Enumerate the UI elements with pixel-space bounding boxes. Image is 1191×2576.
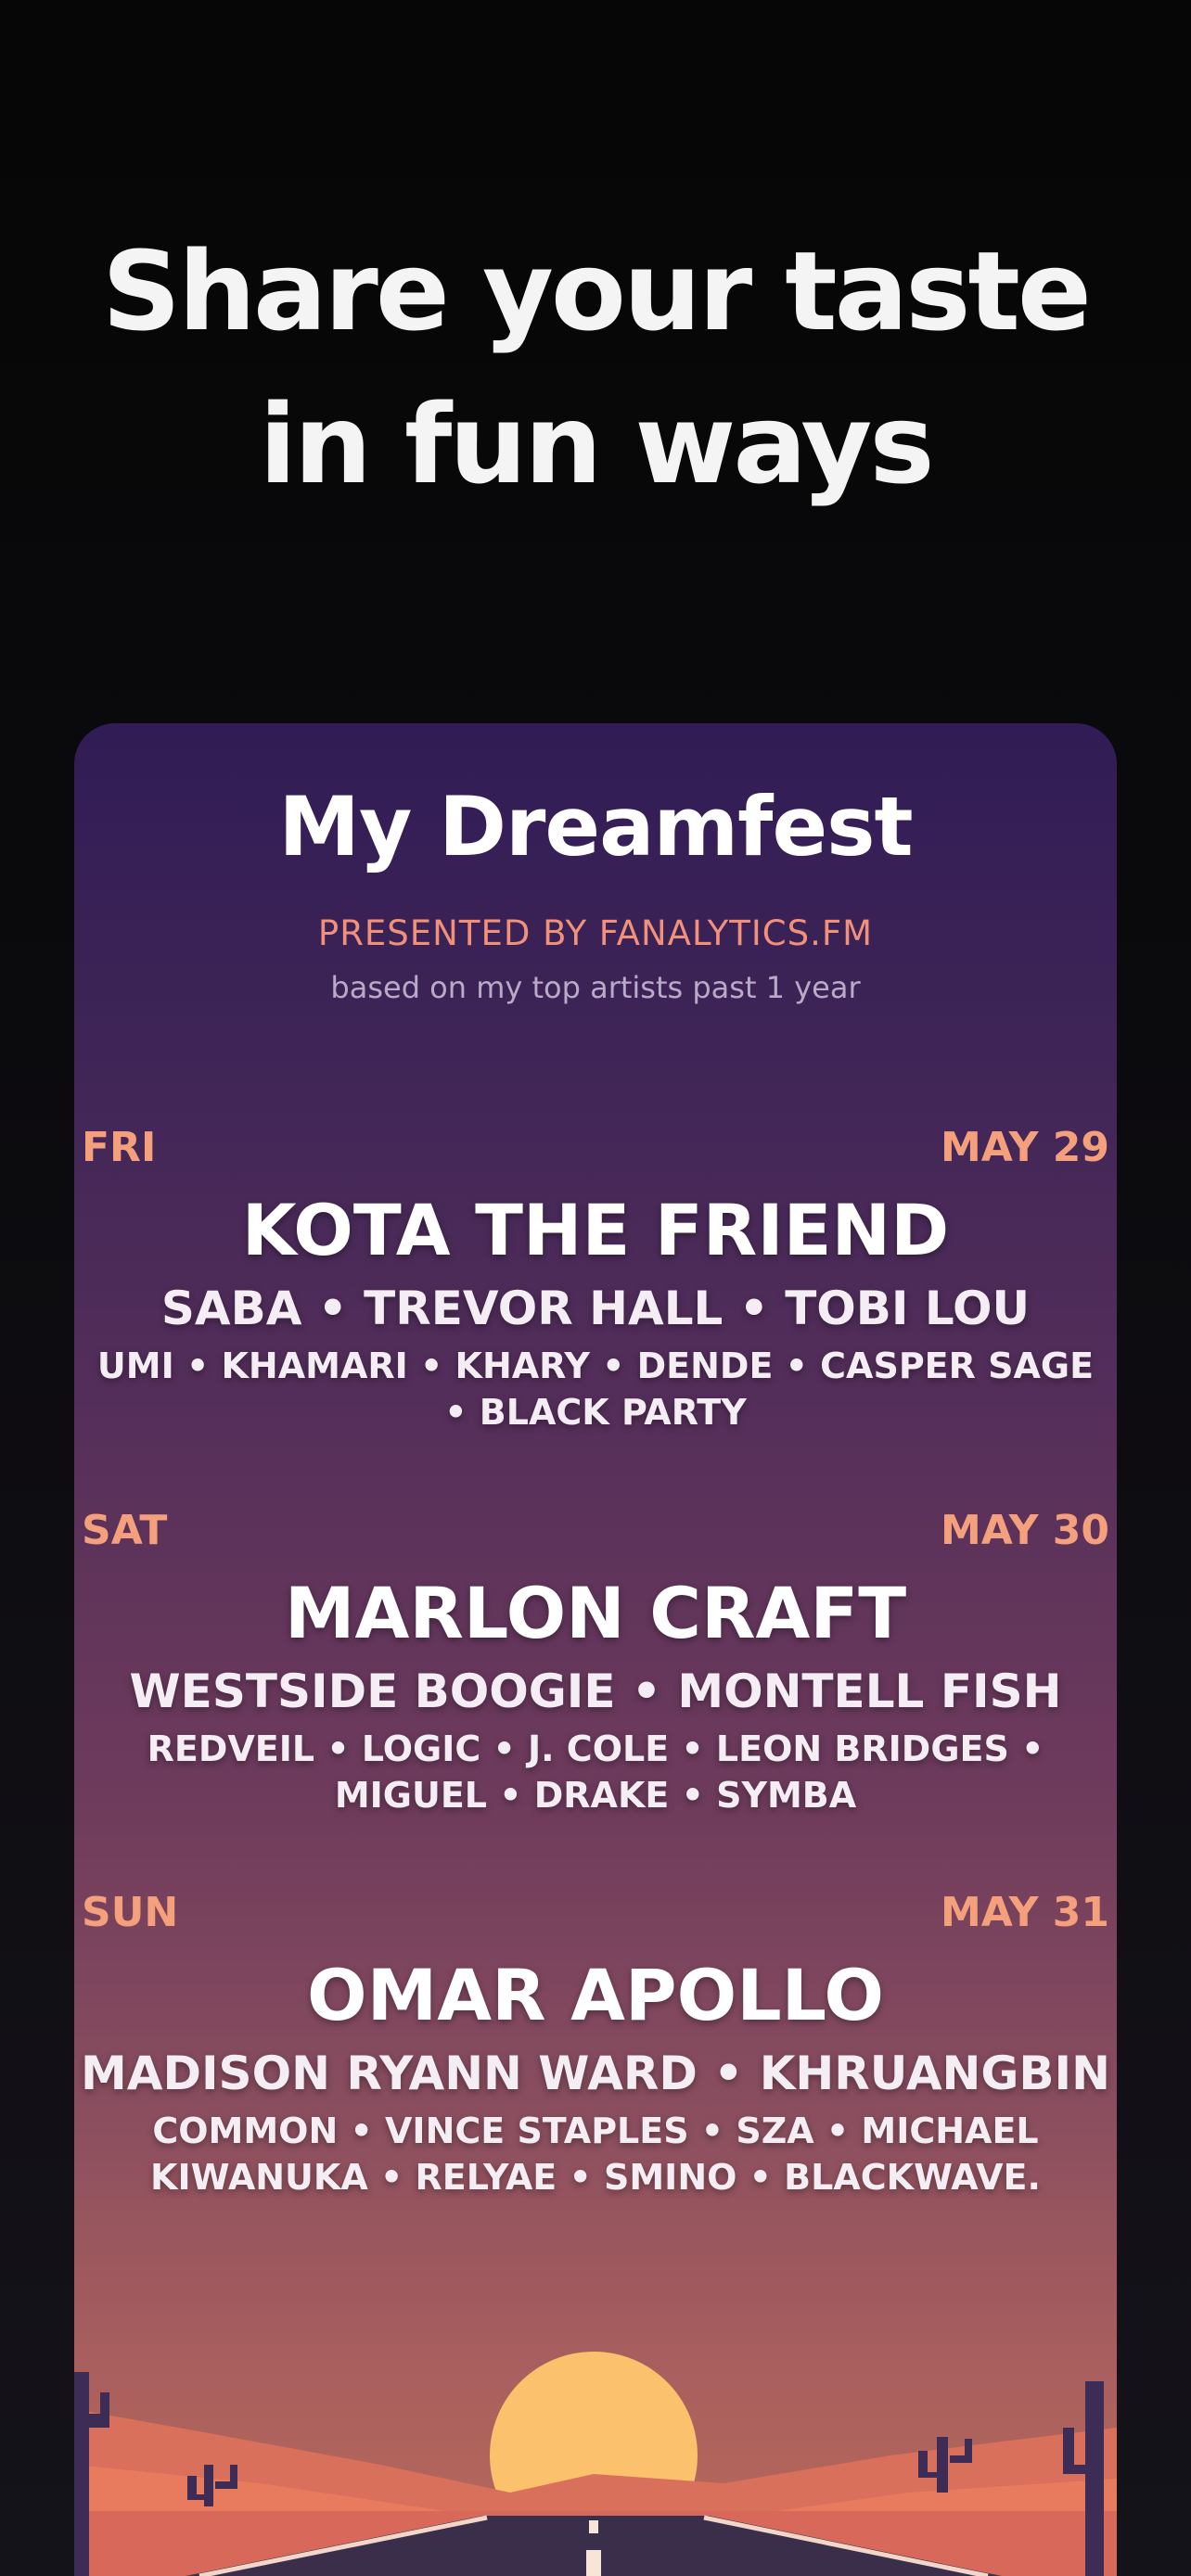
day-header: FRI MAY 29 (74, 1124, 1117, 1171)
poster-title: My Dreamfest (278, 779, 913, 874)
headliner: KOTA THE FRIEND (241, 1189, 950, 1271)
second-tier-artists: SABA • TREVOR HALL • TOBI LOU (160, 1282, 1031, 1335)
day-header: SUN MAY 31 (74, 1889, 1117, 1936)
day-label: SUN (82, 1889, 179, 1936)
headliner: OMAR APOLLO (307, 1954, 884, 2036)
third-tier-artists: REDVEIL • LOGIC • J. COLE • LEON BRIDGES… (147, 1728, 1044, 1816)
second-tier-artists: WESTSIDE BOOGIE • MONTELL FISH (129, 1664, 1062, 1718)
based-on-text: based on my top artists past 1 year (330, 970, 861, 1005)
second-tier-artists: MADISON RYANN WARD • KHRUANGBIN (81, 2047, 1110, 2100)
headline-line-1: Share your taste (102, 227, 1092, 355)
dreamfest-poster-card: My Dreamfest PRESENTED BY FANALYTICS.FM … (74, 723, 1117, 2576)
presented-by-text: PRESENTED BY FANALYTICS.FM (317, 913, 874, 953)
road-stripe (589, 2520, 598, 2533)
day-lineup-sun: SUN MAY 31 OMAR APOLLO MADISON RYANN WAR… (74, 1889, 1117, 2200)
road-stripe (586, 2550, 601, 2576)
headline-line-2: in fun ways (259, 380, 934, 508)
headliner: MARLON CRAFT (284, 1572, 907, 1654)
day-lineup-sat: SAT MAY 30 MARLON CRAFT WESTSIDE BOOGIE … (74, 1507, 1117, 1818)
day-label: FRI (82, 1124, 157, 1171)
desert-sunset-illustration (74, 2352, 1117, 2576)
day-lineup-fri: FRI MAY 29 KOTA THE FRIEND SABA • TREVOR… (74, 1124, 1117, 1435)
day-header: SAT MAY 30 (74, 1507, 1117, 1554)
day-label: SAT (82, 1507, 168, 1554)
page-headline: Share your taste in fun ways (0, 215, 1191, 521)
date-label: MAY 31 (940, 1889, 1109, 1936)
third-tier-artists: UMI • KHAMARI • KHARY • DENDE • CASPER S… (96, 1345, 1095, 1433)
date-label: MAY 29 (940, 1124, 1109, 1171)
date-label: MAY 30 (940, 1507, 1109, 1554)
